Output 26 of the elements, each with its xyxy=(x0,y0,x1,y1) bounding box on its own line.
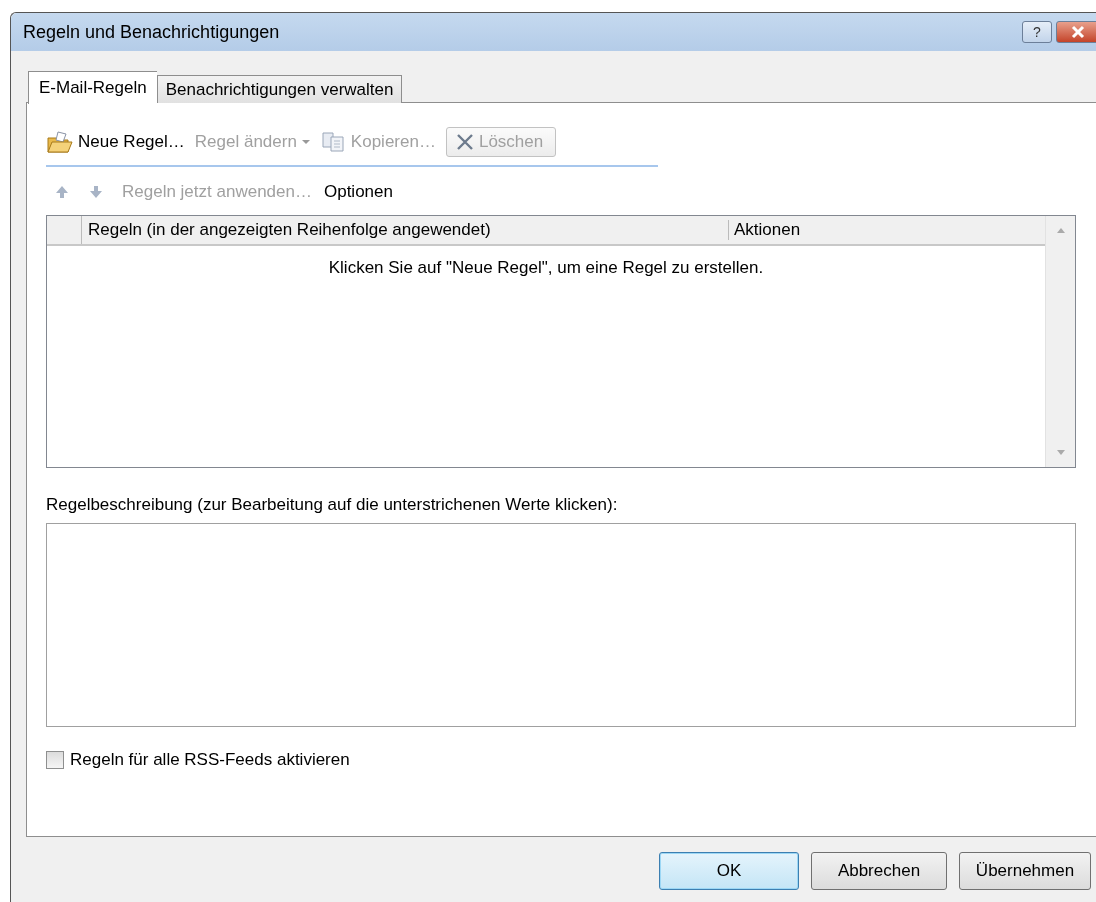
close-icon xyxy=(1069,25,1087,39)
folder-icon xyxy=(46,130,74,154)
column-header[interactable]: Aktionen xyxy=(729,220,801,240)
copy-icon xyxy=(320,131,347,153)
caret-icon xyxy=(300,139,311,145)
scrollbar[interactable] xyxy=(1045,216,1075,467)
checkbox[interactable] xyxy=(46,751,64,769)
checkbox-label: Regeln für alle RSS-Feeds aktivieren xyxy=(70,750,350,770)
dialog-button[interactable]: OK xyxy=(659,852,799,890)
column-header[interactable]: Regeln (in der angezeigten Reihenfolge angewendet) xyxy=(82,220,729,240)
close-icon xyxy=(454,132,475,152)
scroll-up-icon xyxy=(1054,226,1067,234)
toolbar-button[interactable]: Optionen xyxy=(323,182,393,202)
help-button[interactable]: ? xyxy=(1022,21,1052,43)
empty-message: Klicken Sie auf "Neue Regel", um eine Regel zu erstellen. xyxy=(327,258,765,278)
dialog-button[interactable]: Übernehmen xyxy=(959,852,1091,890)
dialog-button[interactable]: Abbrechen xyxy=(811,852,947,890)
close-button[interactable] xyxy=(1056,21,1096,43)
arrow-up-icon xyxy=(54,184,70,200)
arrow-down-icon xyxy=(88,184,104,200)
toolbar-button[interactable]: Neue Regel… xyxy=(46,130,185,154)
description-label: Regelbeschreibung (zur Bearbeitung auf die unterstrichenen Werte klicken): xyxy=(46,495,619,515)
tab[interactable]: E-Mail-Regeln xyxy=(28,71,157,104)
tab[interactable]: Benachrichtigungen verwalten xyxy=(156,75,403,103)
window-title: Regeln und Benachrichtigungen xyxy=(23,21,280,43)
scroll-down-icon xyxy=(1054,449,1067,457)
